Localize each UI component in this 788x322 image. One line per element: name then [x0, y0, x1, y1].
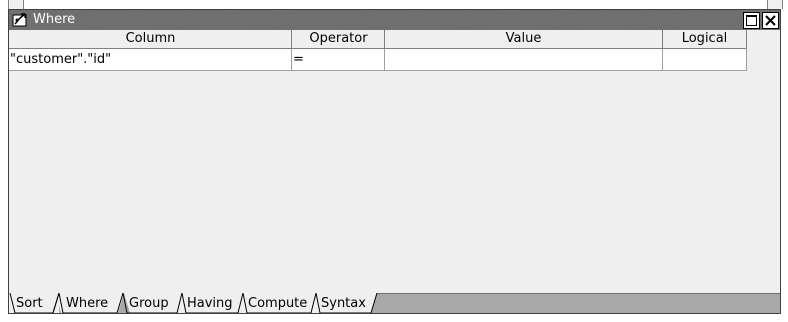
column-header-value[interactable]: Value [385, 30, 663, 49]
row1-value-cell[interactable] [385, 49, 663, 71]
window-title: Where [33, 12, 76, 27]
row1-column-cell[interactable]: "customer"."id" [9, 49, 292, 71]
tab-outlines [9, 293, 378, 313]
maximize-icon [746, 15, 757, 26]
tab-group[interactable]: Group [129, 295, 169, 313]
tab-compute[interactable]: Compute [248, 295, 307, 313]
desktop-top-strip [0, 0, 788, 9]
tab-syntax[interactable]: Syntax [321, 295, 366, 313]
tab-where[interactable]: Where [66, 295, 108, 313]
column-header-column[interactable]: Column [9, 30, 292, 49]
tab-having[interactable]: Having [187, 295, 233, 313]
where-criteria-grid: Column Operator Value Logical "customer"… [9, 30, 780, 305]
column-header-logical[interactable]: Logical [663, 30, 747, 49]
close-button[interactable] [762, 12, 779, 29]
column-header-operator[interactable]: Operator [292, 30, 385, 49]
where-painter-window: Where Column Operator Value Logical "cus… [8, 9, 781, 314]
row1-logical-cell[interactable] [663, 49, 747, 71]
parent-frame-edge-right [767, 0, 783, 9]
tab-sort[interactable]: Sort [16, 295, 43, 313]
where-clause-icon [12, 12, 28, 28]
close-icon [765, 15, 776, 26]
row1-operator-cell[interactable]: = [292, 49, 385, 71]
maximize-button[interactable] [743, 12, 760, 29]
title-bar[interactable]: Where [9, 10, 780, 30]
parent-frame-edge-left [8, 0, 24, 9]
painter-tab-bar: Sort Where Group Having Compute Syntax [9, 293, 780, 313]
